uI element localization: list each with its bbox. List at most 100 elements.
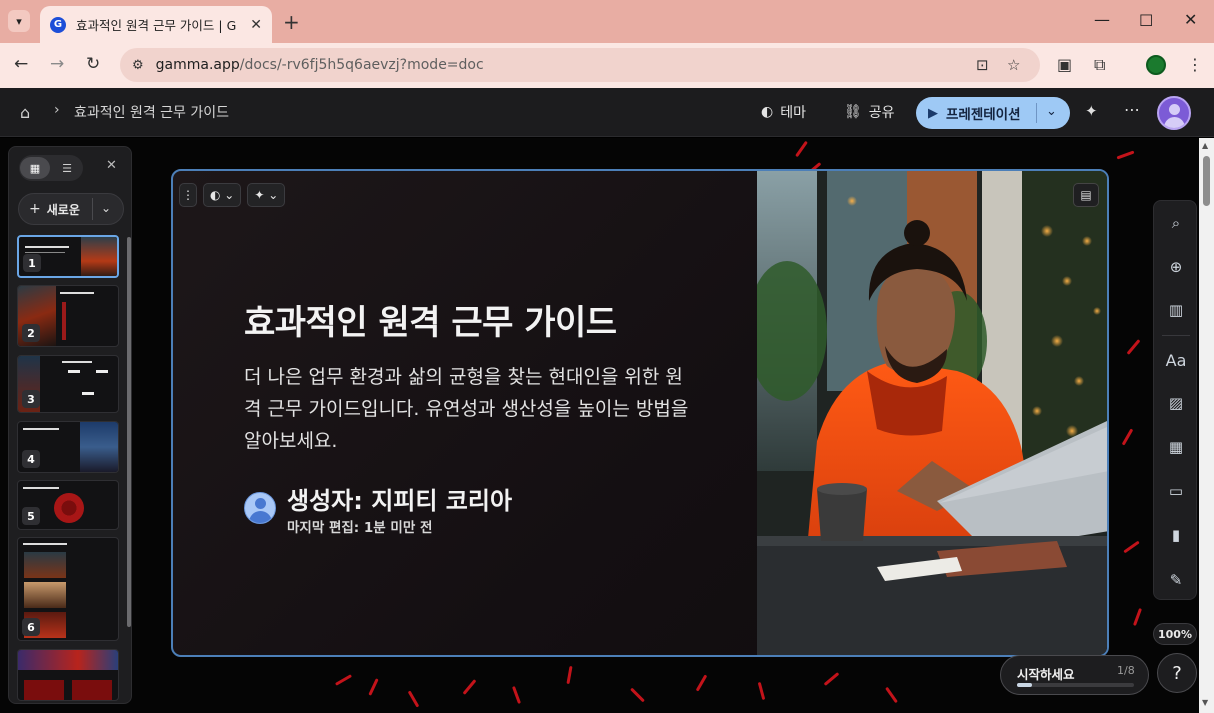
- thumb-text-line: [25, 252, 65, 253]
- slide-thumbnail[interactable]: 6: [17, 537, 119, 641]
- breadcrumb-title[interactable]: 효과적인 원격 근무 가이드: [74, 102, 229, 122]
- tab-close-icon[interactable]: ✕: [250, 17, 262, 33]
- avatar-head: [1169, 104, 1180, 115]
- list-view-icon[interactable]: ☰: [52, 157, 82, 179]
- decor-streak: [823, 672, 840, 686]
- decor-streak: [1116, 150, 1135, 160]
- present-button[interactable]: ▶ 프레젠테이션 ⌄: [916, 97, 1070, 129]
- add-card-icon[interactable]: ⊕: [1165, 256, 1187, 278]
- url-host: gamma.app: [155, 57, 240, 73]
- user-avatar[interactable]: [1157, 96, 1191, 130]
- back-icon[interactable]: ←: [14, 54, 28, 74]
- sparkle-icon: ✦: [254, 188, 265, 202]
- screen: ▾ G 효과적인 원격 근무 가이드 | G ✕ + — ☐ ✕ ← → ↻ ⚙…: [0, 0, 1214, 713]
- maximize-icon[interactable]: ☐: [1139, 11, 1153, 30]
- new-slide-button[interactable]: + 새로운 ⌄: [18, 193, 124, 225]
- get-started-progress: [1017, 683, 1134, 687]
- more-options-icon[interactable]: ⋯: [1124, 100, 1140, 119]
- minimize-icon[interactable]: —: [1094, 10, 1110, 29]
- image-notes-icon[interactable]: ▤: [1073, 183, 1099, 207]
- card-style-button[interactable]: ◐ ⌄: [203, 183, 242, 207]
- forward-icon[interactable]: →: [50, 54, 64, 74]
- video-icon[interactable]: ▦: [1165, 436, 1187, 458]
- thumb-text-line: [23, 543, 67, 545]
- window-close-icon[interactable]: ✕: [1184, 10, 1197, 29]
- get-started-count: 1/8: [1117, 664, 1135, 677]
- decor-streak: [462, 679, 477, 695]
- slide-title[interactable]: 효과적인 원격 근무 가이드: [244, 295, 617, 344]
- slide-thumbnail[interactable]: 2: [17, 285, 119, 347]
- text-format-icon[interactable]: Aa: [1165, 349, 1187, 371]
- embed-icon[interactable]: ▭: [1165, 480, 1187, 502]
- thumb-circle: [54, 493, 84, 523]
- thumb-text-line: [25, 246, 69, 248]
- scroll-up-icon[interactable]: ▲: [1202, 141, 1208, 150]
- card-menu-icon[interactable]: ⋮: [179, 183, 197, 207]
- close-panel-icon[interactable]: ✕: [106, 158, 117, 173]
- decor-streak: [795, 140, 808, 158]
- search-icon[interactable]: ⌕: [1165, 212, 1187, 234]
- decor-streak: [1121, 428, 1134, 446]
- tab-title: 효과적인 원격 근무 가이드 | G: [76, 18, 237, 33]
- slide-thumbnail[interactable]: 4: [17, 421, 119, 473]
- edit-icon[interactable]: ✎: [1165, 569, 1187, 591]
- browser-profile-icon[interactable]: [1146, 55, 1166, 75]
- decor-streak: [630, 687, 645, 703]
- home-icon[interactable]: ⌂: [20, 103, 30, 122]
- extensions-puzzle-icon[interactable]: ⧉: [1094, 55, 1105, 75]
- author-avatar: [244, 492, 276, 524]
- decor-streak: [695, 674, 708, 692]
- last-edited: 마지막 편집: 1분 미만 전: [287, 520, 433, 536]
- tab-search-icon[interactable]: ▾: [8, 10, 30, 32]
- thumbnail-view-icon[interactable]: ▦: [20, 157, 50, 179]
- reload-icon[interactable]: ↻: [86, 54, 100, 74]
- install-app-icon[interactable]: ⊡: [976, 56, 989, 74]
- slide-number: 1: [23, 254, 41, 272]
- address-bar[interactable]: ⚙ gamma.app/docs/-rv6fj5h5q6aevzj?mode=d…: [120, 48, 1040, 82]
- chart-icon[interactable]: ▮: [1165, 524, 1187, 546]
- layout-icon[interactable]: ▥: [1165, 299, 1187, 321]
- card-ai-button[interactable]: ✦ ⌄: [247, 183, 286, 207]
- slide-number: 3: [22, 390, 40, 408]
- browser-menu-icon[interactable]: ⋮: [1187, 55, 1203, 74]
- decor-streak: [334, 674, 353, 686]
- new-tab-icon[interactable]: +: [283, 10, 300, 34]
- slide-thumbnail[interactable]: 5: [17, 480, 119, 530]
- thumb-stat: [68, 370, 80, 373]
- ai-sparkle-icon[interactable]: ✦: [1085, 102, 1098, 120]
- share-button[interactable]: ⛓ 공유: [844, 102, 895, 122]
- scroll-down-icon[interactable]: ▼: [1202, 698, 1208, 707]
- gamma-favicon-icon: G: [50, 16, 66, 33]
- slide-thumbnail[interactable]: 1: [17, 235, 119, 278]
- chevron-down-icon[interactable]: ⌄: [1046, 104, 1057, 119]
- chevron-down-icon[interactable]: ⌄: [101, 201, 111, 215]
- slide-thumbnail[interactable]: [17, 649, 119, 701]
- theme-button[interactable]: ◐ 테마: [761, 102, 806, 122]
- panel-scrollbar[interactable]: [127, 237, 131, 627]
- remote-worker-photo: [757, 171, 1107, 655]
- share-label: 공유: [868, 105, 895, 121]
- theme-label: 테마: [780, 105, 806, 121]
- site-settings-icon[interactable]: ⚙: [132, 58, 144, 73]
- toolbar-separator: [1162, 335, 1190, 336]
- url-text: gamma.app/docs/-rv6fj5h5q6aevzj?mode=doc: [156, 57, 484, 73]
- page-scrollbar[interactable]: ▲ ▼: [1199, 138, 1214, 713]
- zoom-level[interactable]: 100%: [1153, 623, 1197, 645]
- extension-page-icon[interactable]: ▣: [1057, 55, 1072, 74]
- image-icon[interactable]: ▨: [1165, 392, 1187, 414]
- scroll-thumb[interactable]: [1203, 156, 1210, 206]
- help-button[interactable]: ?: [1157, 653, 1197, 693]
- browser-tab[interactable]: G 효과적인 원격 근무 가이드 | G ✕: [40, 6, 272, 43]
- get-started-widget[interactable]: 시작하세요 1/8: [1000, 655, 1149, 695]
- thumb-text-line: [62, 361, 92, 363]
- bookmark-star-icon[interactable]: ☆: [1007, 56, 1020, 74]
- thumb-text-line: [60, 292, 94, 294]
- slide-number: 5: [22, 507, 40, 525]
- slide-thumbnail[interactable]: 3: [17, 355, 119, 413]
- slide-hero-image[interactable]: ▤: [757, 171, 1107, 655]
- slide-description[interactable]: 더 나은 업무 환경과 삶의 균형을 찾는 현대인을 위한 원격 근무 가이드입…: [244, 361, 694, 457]
- decor-streak: [407, 690, 420, 708]
- slide-card[interactable]: ⋮ ◐ ⌄ ✦ ⌄ 효과적인 원격 근무 가이드 더 나은 업무 환경과 삶의 …: [171, 169, 1109, 657]
- plus-icon: +: [29, 201, 41, 217]
- slide-number: 6: [22, 618, 40, 636]
